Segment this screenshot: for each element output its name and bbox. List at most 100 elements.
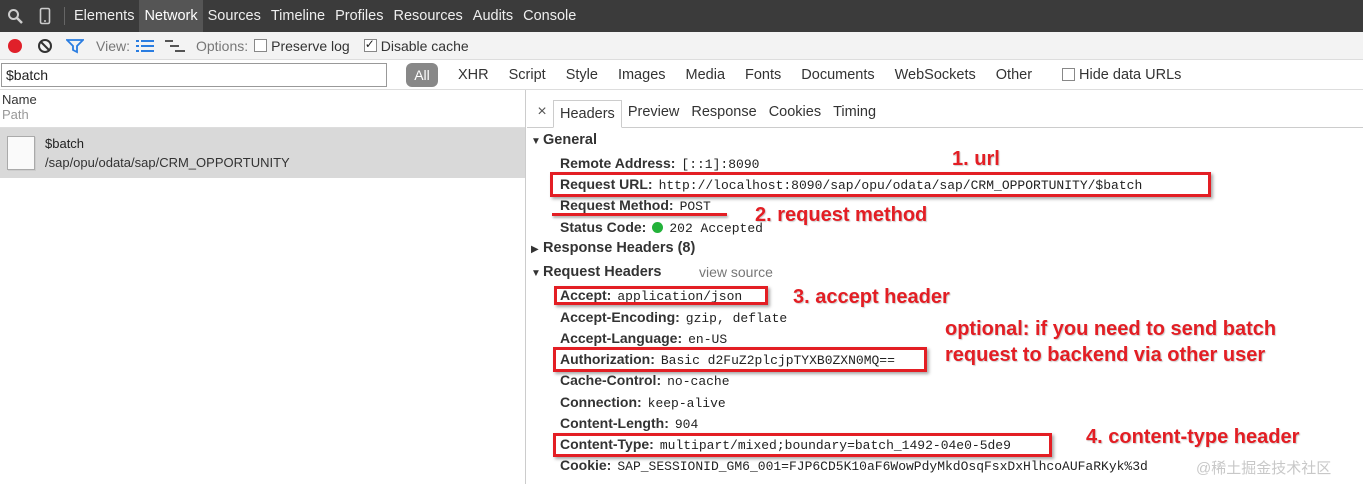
tab-network[interactable]: Network [139,0,203,32]
filter-input[interactable] [1,62,387,87]
header-value: [::1]:8090 [681,157,760,172]
tab-sources[interactable]: Sources [203,0,266,32]
tab-cookies[interactable]: Cookies [763,99,827,127]
header-value: keep-alive [647,396,726,411]
header-key: Remote Address: [560,155,676,171]
options-label: Options: [195,37,249,54]
tab-headers[interactable]: Headers [553,100,622,128]
triangle-right-icon: ▶ [531,244,539,255]
request-headers-heading: Request Headers [543,264,662,280]
filter-images[interactable]: Images [618,67,666,83]
header-key: Cache-Control: [560,372,662,388]
filter-websockets[interactable]: WebSockets [895,67,976,83]
general-heading: General [543,132,597,148]
filter-bar: All XHR Script Style Images Media Fonts … [0,60,1363,90]
view-source-link[interactable]: view source [699,264,773,280]
general-section-toggle[interactable]: ▼ General [531,132,597,148]
watermark: @稀土掘金技术社区 [1196,460,1332,477]
header-key: Status Code: [560,219,647,235]
filter-other[interactable]: Other [996,67,1032,83]
filter-xhr[interactable]: XHR [458,67,489,83]
path-header-label: Path [2,107,29,122]
tab-preview[interactable]: Preview [622,99,686,127]
header-value: 202 Accepted [669,221,763,236]
separator [64,7,65,25]
document-icon [7,136,35,170]
details-tabbar: × Headers Preview Response Cookies Timin… [527,90,1363,128]
clear-button[interactable] [30,32,60,60]
devtools-tabbar: Elements Network Sources Timeline Profil… [0,0,1363,32]
header-value: POST [679,199,711,214]
tab-timing[interactable]: Timing [827,99,882,127]
filter-script[interactable]: Script [509,67,546,83]
preserve-log-checkbox[interactable] [254,39,268,52]
header-connection: Connection: keep-alive [560,394,726,411]
hide-data-urls-label: Hide data URLs [1079,66,1182,83]
request-name: $batch [45,136,85,151]
response-headers-toggle[interactable]: ▶ Response Headers (8) [531,240,695,256]
annotation-url: 1. url [952,148,1000,170]
header-key: Accept-Encoding: [560,309,680,325]
triangle-down-icon: ▼ [531,268,541,279]
header-key: Content-Length: [560,415,669,431]
authorization-highlight-box [553,347,927,372]
list-view-icon [135,39,154,52]
filter-documents[interactable]: Documents [801,67,874,83]
tab-console[interactable]: Console [518,0,581,32]
filter-icon [66,38,84,53]
status-ok-icon [652,222,664,233]
filter-style[interactable]: Style [566,67,598,83]
device-mode-icon[interactable] [30,0,60,32]
filter-fonts[interactable]: Fonts [745,67,781,83]
tab-audits[interactable]: Audits [468,0,518,32]
header-value: gzip, deflate [685,311,788,326]
header-value: en-US [688,332,728,347]
disable-cache-checkbox[interactable] [363,37,377,52]
request-list: Name Path $batch /sap/opu/odata/sap/CRM_… [0,90,526,484]
overview-button[interactable] [160,32,190,60]
filter-media[interactable]: Media [686,67,726,83]
name-column-header[interactable]: Name Path [0,90,525,128]
annotation-method: 2. request method [755,204,928,226]
filter-button[interactable] [60,32,90,60]
tab-elements[interactable]: Elements [69,0,139,32]
close-icon[interactable]: × [531,99,553,127]
method-underline [552,213,727,216]
header-accept-encoding: Accept-Encoding: gzip, deflate [560,309,787,326]
hide-data-urls-checkbox[interactable] [1062,68,1076,81]
disable-cache-label: Disable cache [380,37,469,54]
annotation-optional-line1: optional: if you need to send batch [945,318,1277,340]
header-status-code: Status Code: 202 Accepted [560,219,763,236]
annotation-optional-line2: request to backend via other user [945,344,1266,366]
annotation-content-type: 4. content-type header [1086,426,1300,448]
header-value: 904 [674,417,699,432]
request-row[interactable]: $batch /sap/opu/odata/sap/CRM_OPPORTUNIT… [0,128,525,178]
request-headers-toggle[interactable]: ▼ Request Headers [531,264,661,280]
request-path: /sap/opu/odata/sap/CRM_OPPORTUNITY [45,155,290,170]
view-label: View: [96,37,130,54]
clear-icon [38,38,52,53]
header-key: Request Method: [560,197,674,213]
header-cache-control: Cache-Control: no-cache [560,372,730,389]
record-icon [8,38,22,53]
accept-highlight-box [554,286,768,305]
search-icon[interactable] [0,0,30,32]
record-button[interactable] [0,32,30,60]
header-request-method: Request Method: POST [560,197,711,214]
filter-all-button[interactable]: All [406,62,438,87]
header-accept-language: Accept-Language: en-US [560,330,727,347]
header-value: SAP_SESSIONID_GM6_001=FJP6CD5K10aF6WowPd… [617,459,1148,474]
tab-timeline[interactable]: Timeline [266,0,330,32]
url-highlight-box [550,172,1211,197]
header-content-length: Content-Length: 904 [560,415,698,432]
tab-response[interactable]: Response [685,99,762,127]
header-cookie: Cookie: SAP_SESSIONID_GM6_001=FJP6CD5K10a… [560,457,1148,474]
tab-profiles[interactable]: Profiles [330,0,388,32]
header-value: no-cache [667,374,730,389]
annotation-accept: 3. accept header [793,286,950,308]
large-rows-button[interactable] [130,32,160,60]
header-key: Connection: [560,394,642,410]
tab-resources[interactable]: Resources [388,0,467,32]
header-key: Cookie: [560,457,612,473]
name-header-label: Name [2,92,37,107]
